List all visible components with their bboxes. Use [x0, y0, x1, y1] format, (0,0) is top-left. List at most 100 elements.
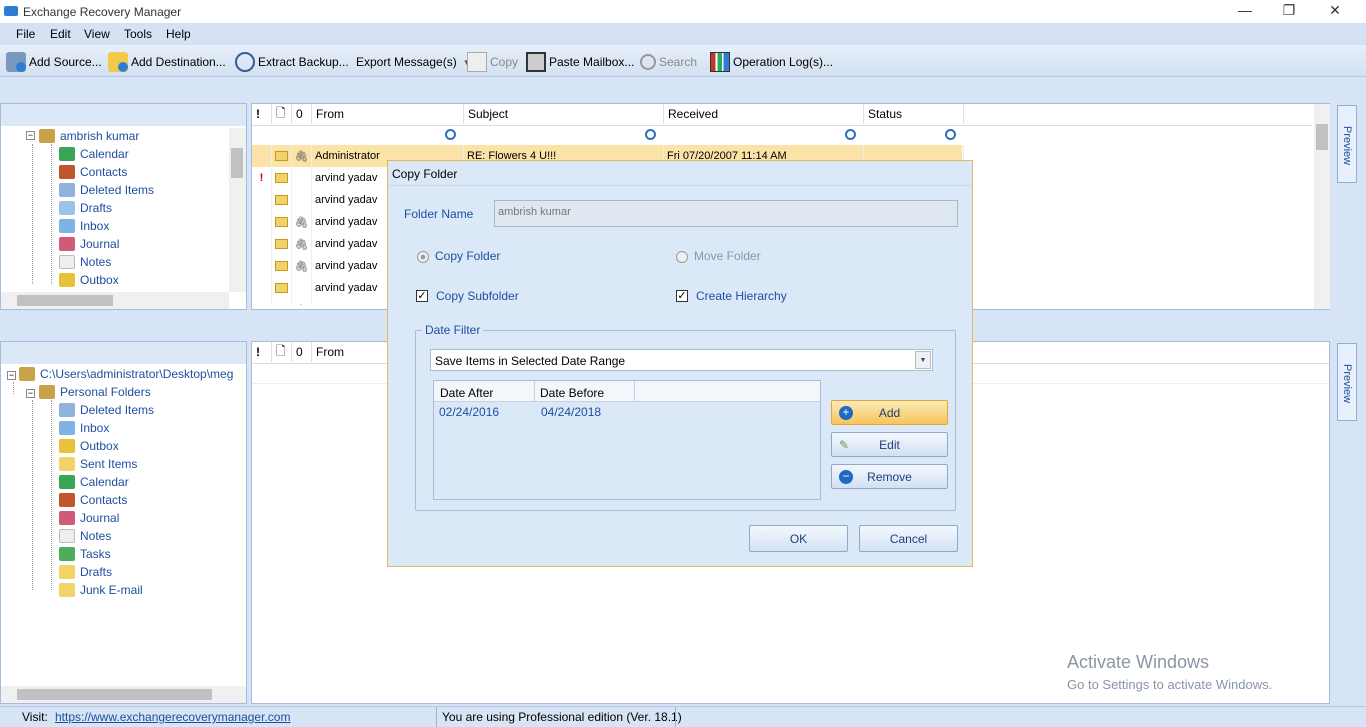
- add-destination-button[interactable]: Add Destination...: [108, 52, 226, 72]
- message-list-vscroll[interactable]: [1314, 104, 1330, 309]
- paste-mailbox-button[interactable]: Paste Mailbox...: [526, 52, 634, 72]
- dest-item-journal[interactable]: Journal: [59, 509, 119, 527]
- filter-received-search-icon[interactable]: [845, 129, 856, 140]
- col-type[interactable]: 🗋: [272, 342, 292, 362]
- filter-subject-search-icon[interactable]: [645, 129, 656, 140]
- dest-item-notes[interactable]: Notes: [59, 527, 111, 545]
- col-status[interactable]: Status: [864, 104, 964, 124]
- close-button[interactable]: ✕: [1320, 2, 1350, 19]
- col-received[interactable]: Received: [664, 104, 864, 124]
- tree-item-notes[interactable]: Notes: [59, 253, 111, 271]
- date-filter-select[interactable]: Save Items in Selected Date Range ▼: [430, 349, 933, 371]
- tree-item-label: Calendar: [80, 147, 129, 161]
- col-attach[interactable]: 0: [292, 342, 312, 362]
- dest-item-inbox[interactable]: Inbox: [59, 419, 109, 437]
- add-button[interactable]: + Add: [831, 400, 948, 425]
- tree-item-deleted[interactable]: Deleted Items: [59, 181, 154, 199]
- attachment-icon: 🖇: [292, 299, 312, 305]
- cancel-button[interactable]: Cancel: [859, 525, 958, 552]
- minimize-button[interactable]: —: [1230, 2, 1260, 18]
- journal-icon: [59, 511, 75, 525]
- dest-tree-path[interactable]: C:\Users\administrator\Desktop\meg: [19, 365, 233, 383]
- envelope-icon: [272, 145, 292, 167]
- importance-icon: [252, 299, 272, 305]
- collapse-toggle-icon[interactable]: −: [26, 389, 35, 398]
- dest-item-deleted[interactable]: Deleted Items: [59, 401, 154, 419]
- collapse-toggle-icon[interactable]: −: [7, 371, 16, 380]
- calendar-icon: [59, 475, 75, 489]
- ok-button[interactable]: OK: [749, 525, 848, 552]
- menu-help[interactable]: Help: [166, 27, 191, 41]
- col-importance[interactable]: !: [252, 104, 272, 124]
- operation-logs-button[interactable]: Operation Log(s)...: [710, 52, 833, 72]
- copy-folder-label: Copy Folder: [435, 249, 501, 263]
- col-date-after[interactable]: Date After: [440, 386, 493, 400]
- attachment-icon: 🖇: [292, 145, 312, 167]
- menu-edit[interactable]: Edit: [50, 27, 71, 41]
- dest-tree-personal-folders[interactable]: Personal Folders: [39, 383, 151, 401]
- remove-button[interactable]: − Remove: [831, 464, 948, 489]
- source-tree-vscroll[interactable]: [229, 128, 246, 292]
- add-destination-label: Add Destination...: [131, 55, 226, 69]
- date-after-value: 02/24/2016: [439, 405, 500, 419]
- tree-item-outbox[interactable]: Outbox: [59, 271, 119, 289]
- dest-item-sent[interactable]: Sent Items: [59, 455, 137, 473]
- website-link[interactable]: https://www.exchangerecoverymanager.com: [55, 710, 290, 724]
- title-bar: Exchange Recovery Manager — ❐ ✕: [0, 0, 1366, 23]
- menu-view[interactable]: View: [84, 27, 110, 41]
- date-filter-label: Date Filter: [422, 323, 484, 337]
- dest-path-label: C:\Users\administrator\Desktop\meg: [40, 367, 234, 381]
- remove-label: Remove: [867, 469, 912, 484]
- preview-tab-lower[interactable]: Preview: [1337, 343, 1357, 421]
- preview-tab-upper[interactable]: Preview: [1337, 105, 1357, 183]
- inbox-icon: [59, 219, 75, 233]
- tree-item-label: Contacts: [80, 493, 128, 507]
- dest-item-tasks[interactable]: Tasks: [59, 545, 111, 563]
- col-type[interactable]: 🗋: [272, 104, 292, 124]
- maximize-button[interactable]: ❐: [1274, 2, 1304, 19]
- date-table-row[interactable]: 02/24/2016 04/24/2018: [434, 403, 820, 421]
- collapse-toggle-icon[interactable]: −: [26, 131, 35, 140]
- create-hierarchy-checkbox[interactable]: ✓: [676, 290, 688, 302]
- col-from[interactable]: From: [312, 104, 464, 124]
- folder-name-field[interactable]: ambrish kumar: [494, 200, 958, 227]
- search-button[interactable]: Search: [640, 52, 697, 72]
- dest-item-calendar[interactable]: Calendar: [59, 473, 129, 491]
- tree-item-contacts[interactable]: Contacts: [59, 163, 127, 181]
- tree-item-drafts[interactable]: Drafts: [59, 199, 112, 217]
- extract-backup-button[interactable]: Extract Backup...: [235, 52, 349, 72]
- tree-item-journal[interactable]: Journal: [59, 235, 119, 253]
- tree-item-label: Journal: [80, 511, 120, 525]
- col-importance[interactable]: !: [252, 342, 272, 362]
- export-messages-button[interactable]: Export Message(s) ▼: [356, 52, 471, 72]
- filter-status-search-icon[interactable]: [945, 129, 956, 140]
- tree-item-inbox[interactable]: Inbox: [59, 217, 109, 235]
- dest-item-junk[interactable]: Junk E-mail: [59, 581, 143, 599]
- menu-file[interactable]: File: [16, 27, 35, 41]
- filter-from-search-icon[interactable]: [445, 129, 456, 140]
- copy-subfolder-checkbox[interactable]: ✓: [416, 290, 428, 302]
- menu-tools[interactable]: Tools: [124, 27, 152, 41]
- copy-button[interactable]: Copy: [467, 52, 518, 72]
- tasks-icon: [59, 547, 75, 561]
- add-source-button[interactable]: Add Source...: [6, 52, 102, 72]
- watermark-line1: Activate Windows: [1067, 652, 1210, 672]
- move-folder-radio[interactable]: [676, 251, 688, 263]
- dest-item-drafts[interactable]: Drafts: [59, 563, 112, 581]
- tree-item-label: Deleted Items: [80, 403, 155, 417]
- col-date-before[interactable]: Date Before: [540, 386, 604, 400]
- tree-item-label: Drafts: [80, 565, 113, 579]
- copy-folder-radio[interactable]: [417, 251, 429, 263]
- dest-tree-hscroll[interactable]: [1, 686, 246, 703]
- dest-item-outbox[interactable]: Outbox: [59, 437, 119, 455]
- importance-icon: [252, 233, 272, 255]
- date-table-header: Date After Date Before: [434, 381, 820, 402]
- source-tree-hscroll[interactable]: [1, 292, 229, 309]
- tree-root-ambrish[interactable]: ambrish kumar: [39, 127, 139, 145]
- edit-button[interactable]: ✎ Edit: [831, 432, 948, 457]
- col-attach[interactable]: 0: [292, 104, 312, 124]
- tree-item-calendar[interactable]: Calendar: [59, 145, 129, 163]
- chevron-down-icon[interactable]: ▼: [915, 351, 931, 369]
- dest-item-contacts[interactable]: Contacts: [59, 491, 127, 509]
- col-subject[interactable]: Subject: [464, 104, 664, 124]
